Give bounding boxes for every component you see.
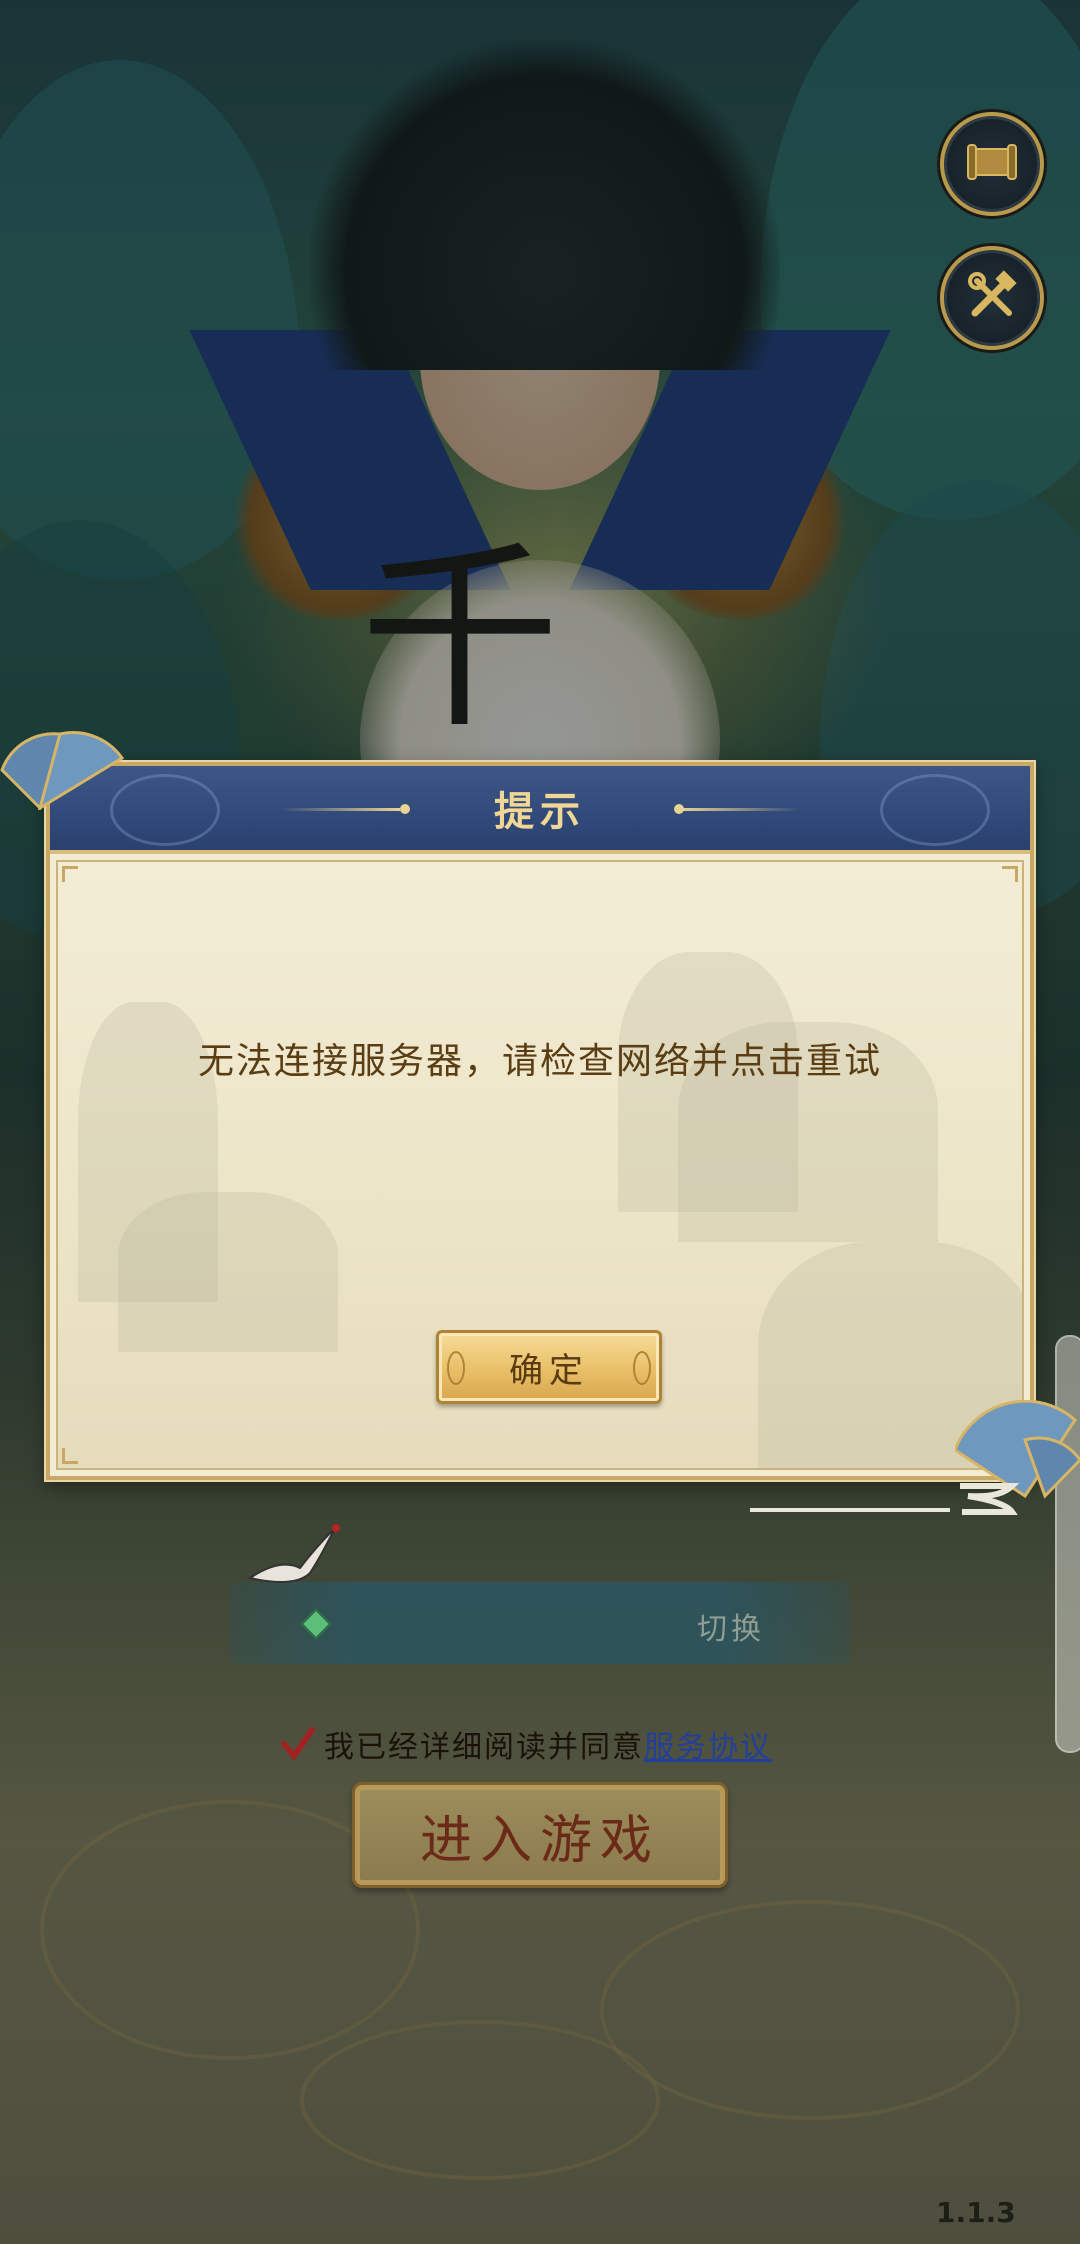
game-login-screen: 千 切换 我已经详细阅读并同意 服务协议 进入游戏 1.1.3 提示 无法连接服… bbox=[0, 0, 1080, 2244]
side-scroll-handle[interactable] bbox=[1055, 1335, 1080, 1753]
dialog-message: 无法连接服务器，请检查网络并点击重试 bbox=[197, 1041, 882, 1082]
service-agreement-link[interactable]: 服务协议 bbox=[644, 1722, 772, 1766]
tools-icon bbox=[963, 267, 1021, 329]
button-ornament bbox=[633, 1351, 651, 1385]
scroll-icon bbox=[963, 133, 1021, 195]
corner-ornament bbox=[62, 866, 78, 882]
fan-ornament-icon bbox=[0, 731, 125, 810]
confirm-button-label: 确定 bbox=[509, 1350, 589, 1391]
dialog-title: 提示 bbox=[494, 789, 586, 835]
switch-server-button[interactable]: 切换 bbox=[697, 1604, 765, 1648]
agreement-row: 我已经详细阅读并同意 服务协议 bbox=[280, 1720, 772, 1768]
header-ornament bbox=[880, 774, 990, 846]
dialog-header: 提示 bbox=[50, 766, 1030, 854]
button-ornament bbox=[447, 1351, 465, 1385]
enter-game-button[interactable]: 进入游戏 bbox=[352, 1782, 728, 1888]
announcement-button[interactable] bbox=[940, 112, 1044, 216]
corner-ornament bbox=[1002, 866, 1018, 882]
crane-icon bbox=[247, 1524, 340, 1583]
alert-dialog: 提示 无法连接服务器，请检查网络并点击重试 确定 bbox=[46, 762, 1034, 1480]
confirm-button[interactable]: 确定 bbox=[436, 1330, 662, 1404]
agreement-checkbox[interactable] bbox=[280, 1726, 316, 1762]
corner-ornament bbox=[62, 1448, 78, 1464]
version-label: 1.1.3 bbox=[936, 2196, 1016, 2229]
bg-mountain bbox=[118, 1192, 338, 1352]
header-ornament bbox=[680, 808, 800, 811]
agreement-text: 我已经详细阅读并同意 bbox=[324, 1730, 644, 1765]
header-ornament bbox=[674, 804, 684, 814]
repair-tools-button[interactable] bbox=[940, 246, 1044, 350]
header-ornament bbox=[400, 804, 410, 814]
dialog-body: 无法连接服务器，请检查网络并点击重试 确定 bbox=[56, 860, 1024, 1470]
swoosh-ornament bbox=[750, 1483, 1020, 1515]
header-ornament bbox=[280, 808, 400, 811]
checkmark-icon bbox=[281, 1727, 315, 1761]
